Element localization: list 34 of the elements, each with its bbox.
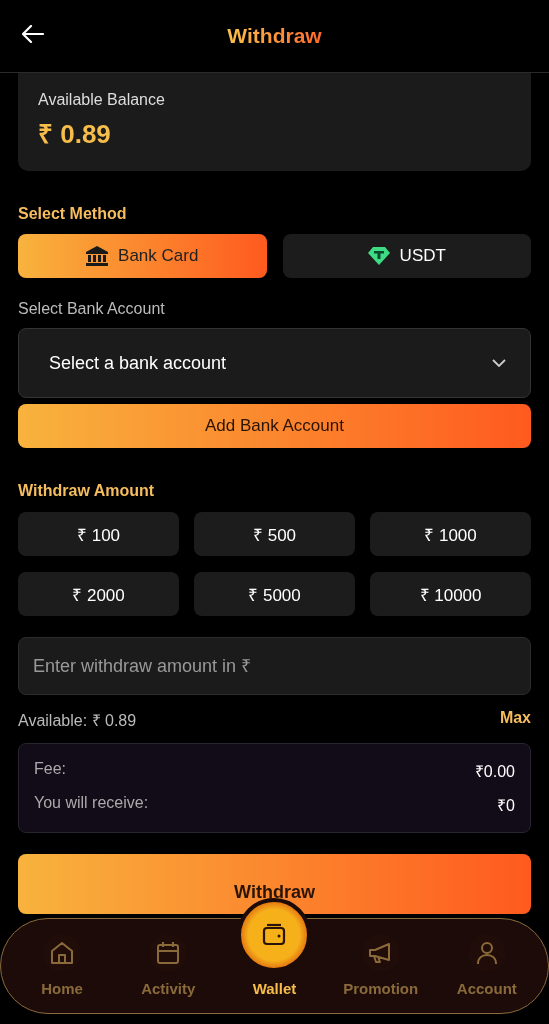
bank-account-dropdown[interactable]: Select a bank account [18, 328, 531, 398]
nav-item[interactable]: Promotion [334, 934, 427, 997]
method-tab[interactable]: Bank Card [18, 234, 267, 278]
method-tab[interactable]: USDT [282, 234, 531, 278]
chevron-down-icon [492, 359, 506, 367]
nav-item[interactable]: Home [16, 934, 109, 997]
amount-option[interactable]: ₹ 500 [194, 512, 355, 556]
nav-item[interactable]: Account [440, 934, 533, 997]
wallet-icon [261, 922, 288, 948]
available-amount: Available: ₹ 0.89 [18, 711, 137, 731]
max-link[interactable]: Max [499, 709, 531, 731]
balance-amount: ₹ 0.89 [38, 118, 112, 151]
amount-option[interactable]: ₹ 1000 [370, 512, 531, 556]
section-title: Select Method [18, 205, 128, 223]
amount-option[interactable]: ₹ 2000 [18, 572, 179, 616]
summary-value: ₹0 [497, 796, 515, 816]
calendar-icon [155, 940, 182, 966]
summary-label: You will receive: [34, 794, 149, 813]
summary-label: Fee: [34, 760, 66, 779]
bank-icon [86, 246, 109, 266]
section-title: Withdraw Amount [18, 482, 156, 500]
field-label: Select Bank Account [18, 300, 166, 318]
amount-option[interactable]: ₹ 5000 [194, 572, 355, 616]
tether-icon [367, 246, 390, 266]
amount-input-field[interactable]: Enter withdraw amount in ₹ [18, 637, 531, 695]
home-icon [49, 940, 76, 966]
amount-option[interactable]: ₹ 100 [18, 512, 179, 556]
nav-item[interactable]: Activity [122, 934, 215, 997]
amount-option[interactable]: ₹ 10000 [370, 572, 531, 616]
withdraw-button[interactable]: Withdraw [18, 854, 531, 914]
balance-label: Available Balance [38, 91, 166, 109]
back-arrow-icon[interactable] [22, 25, 44, 43]
summary-value: ₹0.00 [474, 762, 515, 782]
add-bank-account-button[interactable]: Add Bank Account [18, 404, 531, 448]
